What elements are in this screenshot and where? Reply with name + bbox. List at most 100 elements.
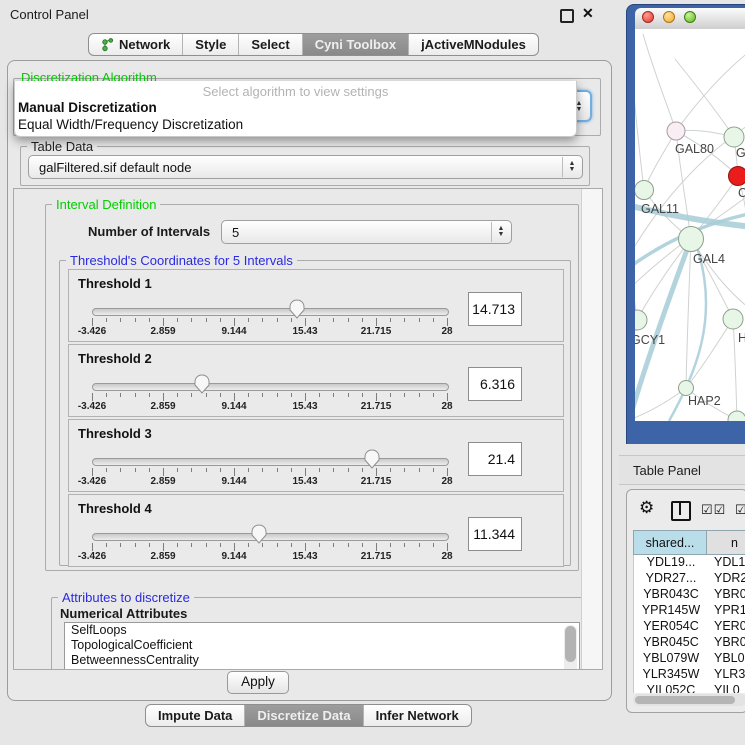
table-row[interactable]: YPR145WYPR1 (634, 603, 745, 619)
slider-tick (404, 318, 405, 322)
slider-track[interactable] (92, 308, 449, 316)
slider-tick (419, 543, 420, 547)
slider-tick (248, 468, 249, 472)
tab-style[interactable]: Style (183, 34, 239, 55)
tab-cyni-toolbox[interactable]: Cyni Toolbox (303, 34, 409, 55)
slider-tick (135, 393, 136, 397)
slider-tick (92, 543, 93, 551)
table-hscrollbar[interactable] (633, 694, 745, 706)
attributes-scrollbar[interactable] (564, 625, 577, 670)
column-header-name[interactable]: n (707, 530, 745, 555)
popup-item-equal-width-frequency[interactable]: Equal Width/Frequency Discretization (18, 117, 243, 132)
traffic-light-zoom-icon[interactable] (684, 11, 696, 23)
table-row[interactable]: YDL19...YDL1 (634, 555, 745, 571)
tab-network[interactable]: Network (89, 34, 183, 55)
slider-tick (220, 468, 221, 472)
table-row[interactable]: YIL052CYIL0 (634, 683, 745, 693)
apply-button[interactable]: Apply (227, 671, 289, 694)
numerical-attributes-heading: Numerical Attributes (60, 606, 187, 621)
slider-tick (191, 468, 192, 472)
cell-shared-name: YBR043C (634, 587, 708, 603)
slider-tick (390, 393, 391, 397)
close-icon[interactable]: ✕ (582, 5, 594, 22)
table-data-combobox[interactable]: galFiltered.sif default node ▲▼ (28, 155, 583, 179)
slider-track[interactable] (92, 383, 449, 391)
algorithm-dropdown-popup: Select algorithm to view settings Manual… (14, 81, 577, 137)
slider-thumb[interactable] (364, 449, 380, 469)
slider-tick (333, 543, 334, 547)
slider-tick (163, 468, 164, 476)
popup-item-manual-discretization[interactable]: Manual Discretization (18, 100, 157, 115)
table-row[interactable]: YBR043CYBR0 (634, 587, 745, 603)
table-row[interactable]: YBR045CYBR0 (634, 635, 745, 651)
threshold-value-field[interactable]: 14.713 (468, 292, 522, 326)
slider-scale-label: 2.859 (150, 401, 175, 412)
table-panel-title: Table Panel (633, 463, 701, 478)
slider-track[interactable] (92, 458, 449, 466)
threshold-value-field[interactable]: 21.4 (468, 442, 522, 476)
combo-stepper-icon[interactable]: ▲▼ (491, 222, 510, 242)
number-of-intervals-combobox[interactable]: 5 ▲▼ (221, 220, 512, 244)
attribute-list-item[interactable]: TopologicalCoefficient (65, 638, 579, 653)
float-window-icon[interactable] (560, 9, 574, 23)
traffic-light-minimize-icon[interactable] (663, 11, 675, 23)
slider-track[interactable] (92, 533, 449, 541)
table-row[interactable]: YDR27...YDR2 (634, 571, 745, 587)
slider-tick (433, 543, 434, 547)
table-row[interactable]: YLR345WYLR3 (634, 667, 745, 683)
slider-scale-label: 21.715 (361, 401, 392, 412)
tab-jactivemnodules[interactable]: jActiveMNodules (409, 34, 538, 55)
slider-tick (305, 468, 306, 476)
control-panel-titlebar: Control Panel ✕ (0, 0, 618, 28)
tab-impute-data[interactable]: Impute Data (146, 705, 245, 726)
slider-tick (191, 393, 192, 397)
cell-name: YPR1 (708, 603, 745, 619)
attributes-scrollbar-thumb[interactable] (565, 626, 576, 662)
slider-thumb[interactable] (194, 374, 210, 394)
slider-tick (277, 468, 278, 472)
attributes-group-title: Attributes to discretize (58, 590, 194, 605)
slider-tick (163, 318, 164, 326)
split-columns-icon[interactable] (671, 501, 691, 521)
tab-infer-network[interactable]: Infer Network (364, 705, 471, 726)
slider-tick (177, 543, 178, 547)
slider-tick (191, 318, 192, 322)
tab-select[interactable]: Select (239, 34, 302, 55)
checkbox-icons[interactable]: ☑☑ (701, 502, 726, 518)
table-row[interactable]: YBL079WYBL0 (634, 651, 745, 667)
network-window-titlebar[interactable] (635, 8, 745, 29)
slider-tick (92, 318, 93, 326)
threshold-value-field[interactable]: 6.316 (468, 367, 522, 401)
threshold-value-field[interactable]: 11.344 (468, 517, 522, 551)
threshold-panel-1: Threshold 1-3.4262.8599.14415.4321.71528… (68, 269, 564, 342)
slider-scale-label: 9.144 (221, 401, 246, 412)
slider-tick (319, 318, 320, 322)
slider-tick (234, 393, 235, 401)
table-row[interactable]: YER054CYER0 (634, 619, 745, 635)
tab-discretize-data[interactable]: Discretize Data (245, 705, 363, 726)
network-canvas[interactable]: GAL80GCGAL11GAL4GCY1HHAP2 (635, 29, 745, 421)
attribute-list-item[interactable]: BetweennessCentrality (65, 653, 579, 668)
slider-thumb[interactable] (289, 299, 305, 319)
cell-name: YLR3 (708, 667, 745, 683)
column-header-shared-name[interactable]: shared... (633, 530, 707, 555)
slider-tick (149, 543, 150, 547)
table-hscrollbar-thumb[interactable] (635, 696, 735, 704)
traffic-light-close-icon[interactable] (642, 11, 654, 23)
slider-tick (248, 543, 249, 547)
combo-stepper-icon[interactable]: ▲▼ (562, 157, 581, 177)
table-header-row: shared... n (633, 530, 745, 555)
checkbox-icon-partial[interactable]: ☑ (735, 502, 745, 518)
slider-tick (376, 318, 377, 326)
slider-tick (191, 543, 192, 547)
slider-tick (234, 468, 235, 476)
attribute-list-item[interactable]: SelfLoops (65, 623, 579, 638)
slider-thumb[interactable] (251, 524, 267, 544)
numerical-attributes-list[interactable]: SelfLoopsTopologicalCoefficientBetweenne… (64, 622, 580, 670)
settings-scroll-viewport: Interval Definition Number of Intervals … (13, 188, 603, 670)
slider-scale-label: 9.144 (221, 476, 246, 487)
network-node (679, 227, 704, 252)
slider-tick (433, 468, 434, 472)
gear-icon[interactable]: ⚙ (639, 498, 654, 518)
main-scrollbar-track[interactable] (581, 189, 602, 669)
